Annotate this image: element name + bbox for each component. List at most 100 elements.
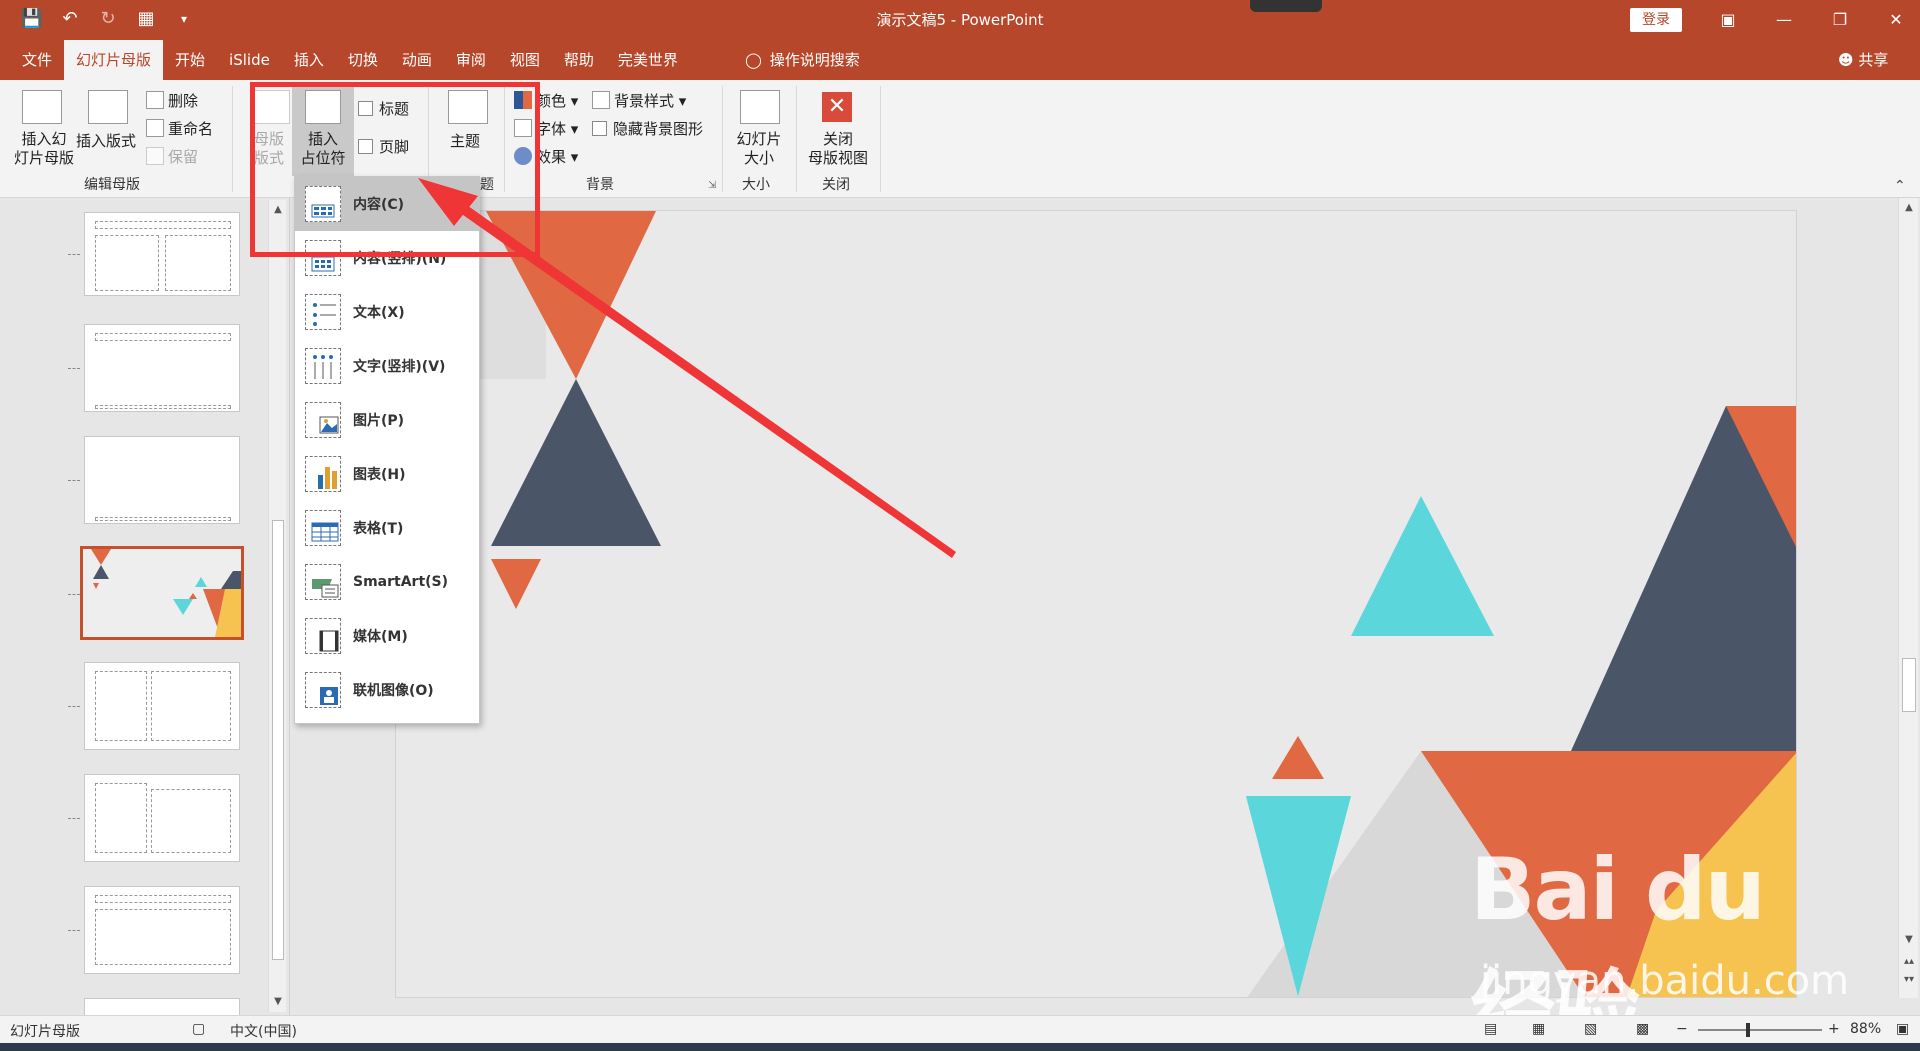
zoom-slider-thumb[interactable] — [1746, 1023, 1750, 1037]
menu-item-label: 图表(H) — [353, 467, 406, 483]
insert-layout-icon[interactable] — [88, 90, 128, 124]
delete-button[interactable]: 删除 — [146, 90, 198, 111]
layout-thumbnail-selected[interactable] — [80, 546, 244, 640]
zoom-out-icon[interactable]: − — [1676, 1021, 1688, 1037]
menu-item-smartart[interactable]: SmartArt(S) — [295, 555, 479, 609]
annotation-highlight-box — [250, 82, 540, 257]
preserve-label: 保留 — [168, 148, 199, 166]
next-slide-icon[interactable]: ▾▾ — [1899, 974, 1919, 985]
menu-item-online-image[interactable]: 联机图像(O) — [295, 663, 479, 717]
menu-item-media[interactable]: 媒体(M) — [295, 609, 479, 663]
insert-slide-master-icon[interactable] — [22, 90, 62, 124]
slide-scrollbar[interactable]: ▲ ▼ ▴▴ ▾▾ — [1898, 198, 1918, 998]
share-button[interactable]: ☻ 共享 — [1838, 40, 1888, 80]
slide-sorter-icon[interactable]: ▦ — [1532, 1021, 1545, 1037]
thumbnail-triangles-graphic — [83, 549, 241, 637]
menu-item-text-vertical[interactable]: 文字(竖排)(V) — [295, 339, 479, 393]
tab-review[interactable]: 审阅 — [444, 40, 498, 80]
text-vertical-placeholder-icon — [305, 348, 341, 384]
chart-placeholder-icon — [305, 456, 341, 492]
thumbnail-content-placeholder — [95, 909, 231, 965]
tab-slide-master[interactable]: 幻灯片母版 — [64, 40, 164, 80]
layout-thumbnail[interactable] — [84, 886, 240, 974]
hide-background-checkbox-box[interactable] — [592, 121, 607, 136]
tab-view[interactable]: 视图 — [498, 40, 552, 80]
tab-file[interactable]: 文件 — [10, 40, 64, 80]
close-icon[interactable]: ✕ — [1868, 0, 1920, 40]
menu-item-text[interactable]: 文本(X) — [295, 285, 479, 339]
hide-background-checkbox[interactable]: 隐藏背景图形 — [592, 118, 703, 139]
minimize-icon[interactable]: — — [1756, 0, 1812, 40]
layout-thumbnail[interactable] — [84, 662, 240, 750]
thumbnail-connector — [68, 818, 80, 819]
tell-me-search[interactable]: ◯ 操作说明搜索 — [745, 40, 860, 80]
scroll-down-icon[interactable]: ▼ — [269, 996, 287, 1007]
scrollbar-thumb[interactable] — [1902, 658, 1916, 712]
preserve-icon — [146, 147, 164, 165]
fit-to-window-icon[interactable]: ▣ — [1896, 1021, 1909, 1037]
slideshow-icon[interactable]: ▩ — [1636, 1021, 1649, 1037]
slide-size-button[interactable]: 幻灯片 大小 — [732, 130, 786, 168]
watermark: Bai du 经验 jingyan.baidu.com — [1470, 840, 1849, 1051]
colors-label: 颜色 — [536, 92, 567, 110]
menu-item-label: 图片(P) — [353, 413, 405, 429]
ribbon-display-icon[interactable]: ▣ — [1700, 0, 1756, 40]
lightbulb-icon: ◯ — [745, 51, 762, 69]
tab-insert[interactable]: 插入 — [282, 40, 336, 80]
zoom-slider[interactable] — [1698, 1023, 1822, 1037]
menu-item-chart[interactable]: 图表(H) — [295, 447, 479, 501]
background-dialog-launcher-icon[interactable]: ⇲ — [708, 180, 716, 191]
slide-size-icon[interactable] — [740, 90, 780, 124]
tab-help[interactable]: 帮助 — [552, 40, 606, 80]
slide-thumbnail-pane: ▲ ▼ — [0, 198, 290, 1015]
tab-perfect-world[interactable]: 完美世界 — [606, 40, 690, 80]
scroll-up-icon[interactable]: ▲ — [1899, 202, 1919, 213]
menu-item-label: 文字(竖排)(V) — [353, 359, 446, 375]
preserve-button[interactable]: 保留 — [146, 146, 198, 167]
close-master-view-icon[interactable]: ✕ — [822, 92, 852, 122]
menu-item-label: 联机图像(O) — [353, 683, 434, 699]
tab-animations[interactable]: 动画 — [390, 40, 444, 80]
scroll-down-icon[interactable]: ▼ — [1899, 934, 1919, 945]
insert-slide-master-button[interactable]: 插入幻 灯片母版 — [12, 130, 76, 168]
thumbnail-connector — [68, 930, 80, 931]
tab-islide[interactable]: iSlide — [217, 40, 282, 80]
background-styles-label: 背景样式 — [614, 92, 675, 110]
close-master-view-button[interactable]: 关闭 母版视图 — [804, 130, 872, 168]
layout-thumbnail[interactable] — [84, 774, 240, 862]
layout-thumbnail[interactable] — [84, 436, 240, 524]
thumbnail-content-placeholder — [151, 671, 231, 741]
previous-slide-icon[interactable]: ▴▴ — [1899, 956, 1919, 967]
reading-view-icon[interactable]: ▧ — [1584, 1021, 1597, 1037]
insert-layout-button[interactable]: 插入版式 — [76, 130, 136, 151]
normal-view-icon[interactable]: ▤ — [1484, 1021, 1497, 1037]
layout-thumbnail[interactable] — [84, 998, 240, 1015]
ribbon-separator — [796, 86, 797, 192]
tab-transitions[interactable]: 切换 — [336, 40, 390, 80]
language-indicator[interactable]: 中文(中国) — [230, 1021, 297, 1041]
menu-item-table[interactable]: 表格(T) — [295, 501, 479, 555]
thumbnail-connector — [68, 254, 80, 255]
person-icon: ☻ — [1838, 51, 1854, 69]
maximize-icon[interactable]: ❐ — [1812, 0, 1868, 40]
layout-thumbnail[interactable] — [84, 212, 240, 296]
thumbnail-title-placeholder — [95, 221, 231, 229]
login-button[interactable]: 登录 — [1630, 8, 1682, 32]
thumbnail-connector — [68, 368, 80, 369]
rename-button[interactable]: 重命名 — [146, 118, 213, 139]
tab-home[interactable]: 开始 — [163, 40, 217, 80]
rename-label: 重命名 — [168, 120, 214, 138]
thumbnail-content-placeholder — [95, 671, 147, 741]
spell-check-icon[interactable]: ▢ — [192, 1021, 205, 1037]
layout-thumbnail[interactable] — [84, 324, 240, 412]
menu-item-picture[interactable]: 图片(P) — [295, 393, 479, 447]
thumbnail-scrollbar[interactable]: ▲ ▼ — [268, 200, 286, 1012]
background-styles-button[interactable]: 背景样式 ▾ — [592, 90, 686, 111]
zoom-level[interactable]: 88% — [1850, 1021, 1881, 1037]
effects-label: 效果 — [536, 148, 567, 166]
background-group-label: 背景 — [586, 177, 614, 193]
media-placeholder-icon — [305, 618, 341, 654]
zoom-in-icon[interactable]: + — [1828, 1021, 1840, 1037]
scrollbar-thumb[interactable] — [272, 520, 284, 960]
collapse-ribbon-icon[interactable]: ⌃ — [1894, 178, 1906, 194]
